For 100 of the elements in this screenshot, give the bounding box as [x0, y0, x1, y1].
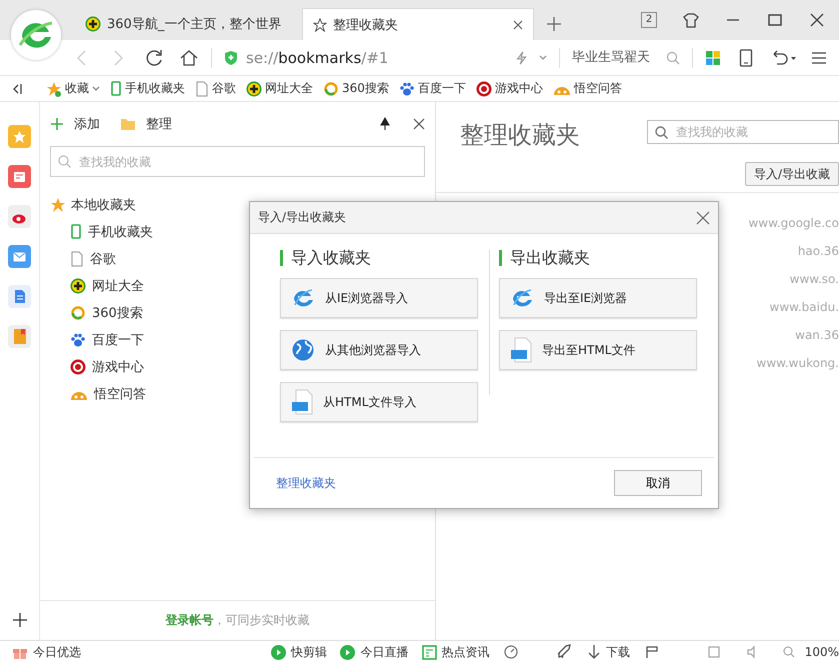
zoom-level[interactable]: 100% [804, 645, 839, 659]
bookmark-url: www.baidu. [770, 299, 839, 316]
bookmark-url: www.google.co [748, 215, 839, 232]
favorites-menu[interactable]: 收藏 [46, 80, 100, 97]
status-button[interactable]: 热点资讯 [422, 644, 490, 660]
star-outline-icon [313, 18, 327, 32]
section-heading: 导出收藏夹 [499, 250, 697, 266]
close-icon[interactable] [809, 12, 825, 28]
section-heading: 导入收藏夹 [280, 250, 478, 266]
speed-icon[interactable] [503, 644, 520, 660]
site-icon [85, 16, 101, 32]
search-field[interactable]: 查找我的收藏 [647, 120, 839, 144]
page-icon [195, 80, 209, 96]
export-button[interactable]: 导出至IE浏览器 [499, 278, 697, 318]
collapse-icon[interactable] [12, 82, 22, 94]
window-icon[interactable] [707, 645, 722, 659]
rocket-icon[interactable] [556, 644, 572, 660]
import-button[interactable]: 从其他浏览器导入 [280, 330, 478, 370]
bookmark-link[interactable]: 悟空问答 [552, 80, 622, 97]
news-icon[interactable] [8, 165, 31, 188]
organize-button[interactable]: 整理 [120, 115, 172, 133]
page-title: 整理收藏夹 [460, 120, 580, 150]
bookmark-link[interactable]: 网址大全 [246, 80, 313, 97]
tablet-icon[interactable] [739, 48, 753, 66]
home-icon[interactable] [179, 48, 199, 68]
bookmark-url: www.wukong. [756, 355, 839, 372]
bookmark-link[interactable]: 谷歌 [195, 80, 236, 97]
reload-icon[interactable] [144, 48, 164, 68]
ring-icon [323, 80, 339, 96]
bookmark-link[interactable]: 游戏中心 [476, 80, 543, 97]
search-icon [58, 155, 71, 168]
document-icon[interactable] [8, 285, 31, 308]
tab-count[interactable]: 2 [641, 12, 657, 28]
plus-circle-icon [70, 278, 86, 294]
paw-icon [398, 80, 415, 96]
notebook-icon[interactable] [8, 325, 31, 348]
paw-icon [70, 332, 86, 348]
pin-icon[interactable] [379, 117, 391, 131]
browser-tab[interactable]: 360导航_一个主页，整个世界 [75, 8, 302, 40]
mail-icon[interactable] [8, 245, 31, 268]
html-file-icon [510, 337, 532, 363]
folder-icon [120, 117, 136, 131]
export-button[interactable]: 导出至HTML文件 [499, 330, 697, 370]
browser-logo[interactable] [11, 10, 61, 60]
address-text[interactable]: se://bookmarks/#1 [246, 48, 388, 66]
maximize-icon[interactable] [767, 12, 783, 28]
page-icon [70, 250, 84, 266]
news-icon [422, 644, 437, 660]
bookmark-link[interactable]: 手机收藏夹 [110, 80, 185, 97]
search-field[interactable]: 查找我的收藏 [50, 146, 425, 177]
status-label[interactable]: 今日优选 [33, 644, 81, 660]
cancel-button[interactable]: 取消 [614, 470, 702, 496]
play-icon [340, 644, 356, 660]
dialog-title: 导入/导出收藏夹 [258, 209, 346, 226]
status-button[interactable]: 快剪辑 [270, 644, 327, 660]
import-export-button[interactable]: 导入/导出收藏 [744, 162, 839, 186]
import-button[interactable]: 从HTML文件导入 [280, 382, 478, 422]
download-icon [586, 644, 601, 660]
search-icon [655, 126, 668, 138]
play-icon [270, 644, 286, 660]
bookmark-link[interactable]: 百度一下 [398, 80, 466, 97]
menu-icon[interactable] [811, 50, 827, 66]
phone-icon [70, 224, 82, 240]
bookmark-url: www.so. [790, 271, 839, 288]
game-badge-icon [476, 80, 492, 96]
add-button[interactable]: 添加 [50, 115, 100, 133]
close-icon[interactable] [513, 20, 523, 30]
close-icon[interactable] [413, 118, 425, 130]
bookmark-link[interactable]: 360搜索 [323, 80, 389, 97]
tab-title: 整理收藏夹 [333, 16, 398, 34]
html-file-icon [291, 389, 313, 415]
game-badge-icon [70, 358, 86, 374]
organize-link[interactable]: 整理收藏夹 [276, 474, 336, 492]
shirt-icon[interactable] [683, 12, 699, 28]
browser-tab[interactable]: 整理收藏夹 [302, 8, 534, 40]
add-icon[interactable] [12, 612, 28, 628]
ring-icon [70, 304, 86, 320]
star-icon [50, 196, 66, 212]
shield-icon [224, 50, 238, 66]
new-tab-icon[interactable] [546, 16, 562, 32]
bookmark-url: hao.36 [798, 243, 839, 260]
undo-icon[interactable] [771, 50, 797, 66]
zoom-icon[interactable] [783, 646, 796, 658]
search-field[interactable]: 毕业生骂翟天 [572, 50, 660, 65]
caret-icon[interactable] [539, 54, 547, 60]
status-button[interactable]: 今日直播 [340, 644, 408, 660]
close-icon[interactable] [696, 210, 710, 224]
flag-icon[interactable] [645, 645, 660, 659]
star-icon [46, 80, 62, 96]
plus-icon [50, 117, 64, 131]
search-icon[interactable] [666, 50, 680, 64]
tab-title: 360导航_一个主页，整个世界 [107, 16, 282, 33]
apps-icon[interactable] [705, 50, 721, 66]
globe-icon [291, 338, 315, 362]
login-note: 登录帐号，可同步实时收藏 [166, 612, 310, 629]
import-button[interactable]: 从IE浏览器导入 [280, 278, 478, 318]
bookmark-url: wan.36 [795, 327, 839, 344]
plus-circle-icon [246, 80, 262, 96]
status-button[interactable]: 下载 [586, 644, 630, 660]
lightning-icon[interactable] [515, 50, 529, 66]
